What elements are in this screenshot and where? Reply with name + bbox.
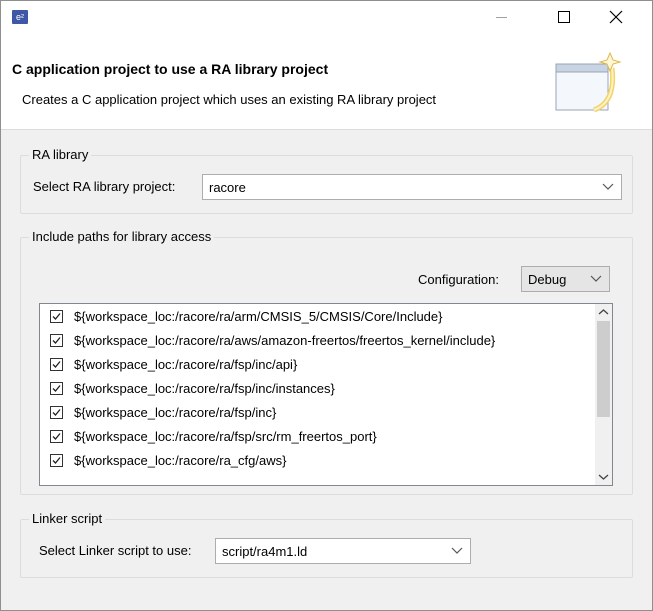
page-description: Creates a C application project which us… (22, 92, 437, 107)
app-icon-label: e² (15, 12, 24, 22)
chevron-up-icon (598, 309, 609, 315)
ra-library-selected-value: racore (209, 180, 246, 195)
list-item[interactable]: ${workspace_loc:/racore/ra_cfg/aws} (40, 449, 590, 473)
title-bar[interactable]: e² (1, 1, 652, 33)
list-item[interactable]: ${workspace_loc:/racore/ra/fsp/inc/api} (40, 353, 590, 377)
checkbox[interactable] (50, 310, 63, 323)
dialog-content: RA library Select RA library project: ra… (1, 130, 652, 610)
include-path-label: ${workspace_loc:/racore/ra/fsp/inc} (74, 405, 277, 420)
linker-script-selected-value: script/ra4m1.ld (222, 544, 308, 559)
configuration-label: Configuration: (418, 272, 499, 287)
close-button[interactable] (593, 1, 639, 33)
chevron-down-icon (602, 183, 614, 190)
checkbox[interactable] (50, 358, 63, 371)
wizard-banner-icon (555, 51, 622, 113)
close-icon (609, 10, 623, 24)
linker-script-group-title: Linker script (29, 511, 106, 526)
list-item[interactable]: ${workspace_loc:/racore/ra/fsp/inc/insta… (40, 377, 590, 401)
ra-library-project-combo[interactable]: racore (202, 174, 622, 200)
include-path-label: ${workspace_loc:/racore/ra_cfg/aws} (74, 453, 287, 468)
wizard-header: C application project to use a RA librar… (1, 33, 652, 130)
e2-studio-app-icon: e² (12, 10, 28, 24)
ra-library-group-title: RA library (29, 147, 92, 162)
chevron-down-icon (598, 474, 609, 480)
list-item[interactable]: ${workspace_loc:/racore/ra/arm/CMSIS_5/C… (40, 305, 590, 329)
include-path-label: ${workspace_loc:/racore/ra/aws/amazon-fr… (74, 333, 496, 348)
page-title: C application project to use a RA librar… (12, 61, 329, 77)
list-item[interactable]: ${workspace_loc:/racore/ra/fsp/inc} (40, 401, 590, 425)
scroll-up-button[interactable] (595, 304, 612, 321)
checkbox[interactable] (50, 334, 63, 347)
include-paths-list[interactable]: ${workspace_loc:/racore/ra/arm/CMSIS_5/C… (39, 303, 613, 486)
checkbox[interactable] (50, 382, 63, 395)
checkmark-icon (52, 385, 61, 392)
dialog-window: e² C application project to use a RA lib… (0, 0, 653, 611)
include-path-label: ${workspace_loc:/racore/ra/fsp/inc/insta… (74, 381, 335, 396)
checkbox[interactable] (50, 430, 63, 443)
scrollbar-thumb[interactable] (597, 321, 610, 417)
scroll-down-button[interactable] (595, 468, 612, 485)
checkmark-icon (52, 337, 61, 344)
checkmark-icon (52, 361, 61, 368)
include-path-label: ${workspace_loc:/racore/ra/fsp/src/rm_fr… (74, 429, 377, 444)
list-item[interactable]: ${workspace_loc:/racore/ra/aws/amazon-fr… (40, 329, 590, 353)
include-path-label: ${workspace_loc:/racore/ra/fsp/inc/api} (74, 357, 298, 372)
minimize-button[interactable] (479, 1, 525, 33)
checkmark-icon (52, 409, 61, 416)
ra-library-group: RA library Select RA library project: ra… (20, 147, 633, 214)
checkbox[interactable] (50, 454, 63, 467)
maximize-button[interactable] (541, 1, 587, 33)
checkbox[interactable] (50, 406, 63, 419)
linker-script-select-label: Select Linker script to use: (39, 543, 192, 558)
include-path-label: ${workspace_loc:/racore/ra/arm/CMSIS_5/C… (74, 309, 443, 324)
minimize-icon (496, 17, 507, 18)
list-item[interactable]: ${workspace_loc:/racore/ra/fsp/src/rm_fr… (40, 425, 590, 449)
linker-script-combo[interactable]: script/ra4m1.ld (215, 538, 471, 564)
chevron-down-icon (590, 275, 602, 282)
configuration-combo[interactable]: Debug (521, 266, 610, 292)
maximize-icon (558, 11, 570, 23)
checkmark-icon (52, 313, 61, 320)
configuration-selected-value: Debug (528, 272, 567, 287)
include-paths-group-title: Include paths for library access (29, 229, 215, 244)
checkmark-icon (52, 457, 61, 464)
ra-library-select-label: Select RA library project: (33, 179, 176, 194)
chevron-down-icon (451, 547, 463, 554)
checkmark-icon (52, 433, 61, 440)
vertical-scrollbar[interactable] (595, 304, 612, 485)
linker-script-group: Linker script Select Linker script to us… (20, 511, 633, 578)
